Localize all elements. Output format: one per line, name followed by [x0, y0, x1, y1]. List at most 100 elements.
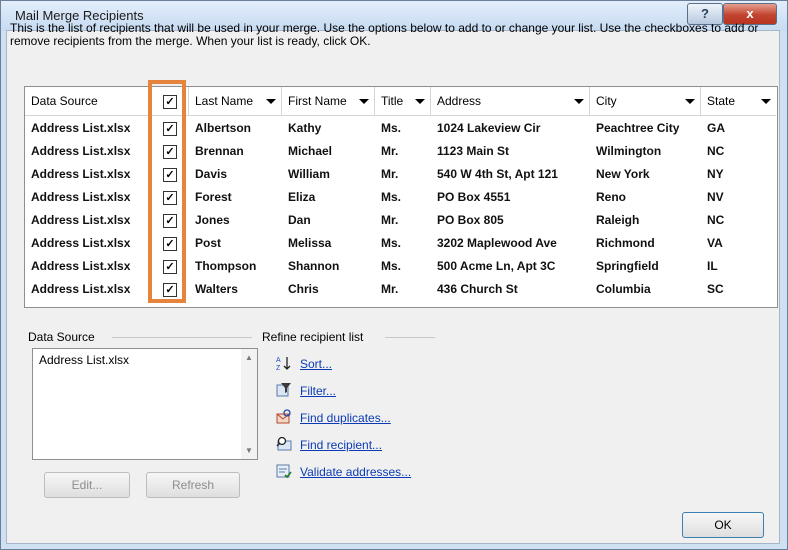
find-duplicates-link[interactable]: Find duplicates...	[300, 411, 391, 425]
cell-address: PO Box 4551	[437, 190, 511, 204]
cell-last-name: Thompson	[195, 259, 257, 273]
column-header-address[interactable]: Address	[431, 87, 590, 116]
cell-title: Mr.	[381, 282, 399, 296]
cell-title: Ms.	[381, 259, 402, 273]
cell-city: Peachtree City	[596, 121, 680, 135]
ok-button[interactable]: OK	[682, 512, 764, 538]
table-row[interactable]: ✓ Address List.xlsx Brennan Michael Mr. 1123 …	[25, 140, 777, 163]
chevron-down-icon	[574, 99, 584, 104]
chevron-down-icon	[415, 99, 425, 104]
filter-link[interactable]: Filter...	[300, 384, 336, 398]
scroll-up-icon[interactable]: ▲	[245, 353, 253, 362]
table-row[interactable]: ✓ Address List.xlsx Albertson Kathy Ms. 1024 …	[25, 117, 777, 140]
refresh-button[interactable]: Refresh	[146, 472, 240, 498]
cell-address: 540 W 4th St, Apt 121	[437, 167, 558, 181]
svg-text:A: A	[276, 357, 281, 364]
cell-state: NC	[707, 144, 725, 158]
table-row[interactable]: ✓ Address List.xlsx Forest Eliza Ms. PO Box 4…	[25, 186, 777, 209]
table-row[interactable]: ✓ Address List.xlsx Jones Dan Mr. PO Box 805 R…	[25, 209, 777, 232]
cell-address: PO Box 805	[437, 213, 504, 227]
column-header-state[interactable]: State	[701, 87, 776, 116]
cell-first-name: Eliza	[288, 190, 316, 204]
column-header-first-name[interactable]: First Name	[282, 87, 375, 116]
cell-data-source: Address List.xlsx	[31, 213, 131, 227]
svg-text:Z: Z	[276, 365, 281, 371]
cell-data-source: Address List.xlsx	[31, 144, 131, 158]
cell-state: SC	[707, 282, 724, 296]
column-header-data-source[interactable]: Data Source	[25, 87, 152, 116]
cell-last-name: Davis	[195, 167, 228, 181]
column-header-title[interactable]: Title	[375, 87, 431, 116]
divider	[112, 337, 252, 338]
cell-city: Springfield	[596, 259, 659, 273]
chevron-down-icon	[761, 99, 771, 104]
cell-state: IL	[707, 259, 718, 273]
cell-address: 1123 Main St	[437, 144, 510, 158]
cell-state: NC	[707, 213, 725, 227]
cell-state: NV	[707, 190, 724, 204]
cell-title: Mr.	[381, 144, 399, 158]
chevron-down-icon	[266, 99, 276, 104]
cell-address: 1024 Lakeview Cir	[437, 121, 541, 135]
data-source-list[interactable]: Address List.xlsx ▲ ▼	[32, 348, 258, 460]
cell-city: Reno	[596, 190, 626, 204]
table-row[interactable]: ✓ Address List.xlsx Walters Chris Mr. 436 Chu…	[25, 278, 777, 301]
cell-address: 500 Acme Ln, Apt 3C	[437, 259, 556, 273]
column-header-city[interactable]: City	[590, 87, 701, 116]
find-recipient-icon	[276, 436, 292, 451]
cell-first-name: Kathy	[288, 121, 322, 135]
cell-first-name: Melissa	[288, 236, 332, 250]
cell-data-source: Address List.xlsx	[31, 167, 131, 181]
cell-city: Columbia	[596, 282, 651, 296]
cell-city: Richmond	[596, 236, 655, 250]
cell-city: New York	[596, 167, 650, 181]
refine-section-label: Refine recipient list	[262, 330, 364, 344]
cell-data-source: Address List.xlsx	[31, 190, 131, 204]
cell-data-source: Address List.xlsx	[31, 282, 131, 296]
table-row[interactable]: ✓ Address List.xlsx Thompson Shannon Ms. 500 …	[25, 255, 777, 278]
cell-state: GA	[707, 121, 725, 135]
cell-last-name: Walters	[195, 282, 238, 296]
cell-title: Ms.	[381, 236, 402, 250]
find-duplicates-icon	[276, 409, 291, 424]
recipients-table: Data Source ✓ Last Name First Name Title…	[24, 86, 778, 308]
cell-address: 3202 Maplewood Ave	[437, 236, 557, 250]
cell-state: VA	[707, 236, 723, 250]
table-row[interactable]: ✓ Address List.xlsx Post Melissa Ms. 3202 Map…	[25, 232, 777, 255]
scrollbar[interactable]: ▲ ▼	[241, 349, 257, 459]
cell-title: Ms.	[381, 190, 402, 204]
cell-last-name: Jones	[195, 213, 230, 227]
data-source-list-item[interactable]: Address List.xlsx	[39, 353, 129, 367]
cell-first-name: Dan	[288, 213, 311, 227]
table-row[interactable]: ✓ Address List.xlsx Davis William Mr. 540 W 4…	[25, 163, 777, 186]
scroll-down-icon[interactable]: ▼	[245, 446, 253, 455]
cell-title: Mr.	[381, 167, 399, 181]
cell-data-source: Address List.xlsx	[31, 236, 131, 250]
cell-address: 436 Church St	[437, 282, 518, 296]
chevron-down-icon	[685, 99, 695, 104]
help-icon: ?	[701, 6, 709, 21]
cell-data-source: Address List.xlsx	[31, 121, 131, 135]
sort-icon: A Z	[276, 357, 291, 371]
cell-last-name: Post	[195, 236, 222, 250]
cell-first-name: Michael	[288, 144, 333, 158]
edit-button[interactable]: Edit...	[44, 472, 130, 498]
sort-link[interactable]: Sort...	[300, 357, 332, 371]
cell-first-name: Chris	[288, 282, 319, 296]
cell-last-name: Albertson	[195, 121, 252, 135]
close-icon: x	[746, 6, 754, 21]
cell-first-name: William	[288, 167, 330, 181]
cell-title: Ms.	[381, 121, 402, 135]
instructions-text: This is the list of recipients that will…	[10, 21, 759, 48]
filter-icon	[276, 383, 291, 397]
cell-last-name: Brennan	[195, 144, 244, 158]
divider	[385, 337, 435, 338]
chevron-down-icon	[359, 99, 369, 104]
validate-addresses-icon	[276, 464, 292, 479]
checkbox-column-highlight	[148, 80, 186, 303]
cell-last-name: Forest	[195, 190, 232, 204]
column-header-last-name[interactable]: Last Name	[189, 87, 282, 116]
find-recipient-link[interactable]: Find recipient...	[300, 438, 382, 452]
cell-first-name: Shannon	[288, 259, 340, 273]
validate-addresses-link[interactable]: Validate addresses...	[300, 465, 411, 479]
